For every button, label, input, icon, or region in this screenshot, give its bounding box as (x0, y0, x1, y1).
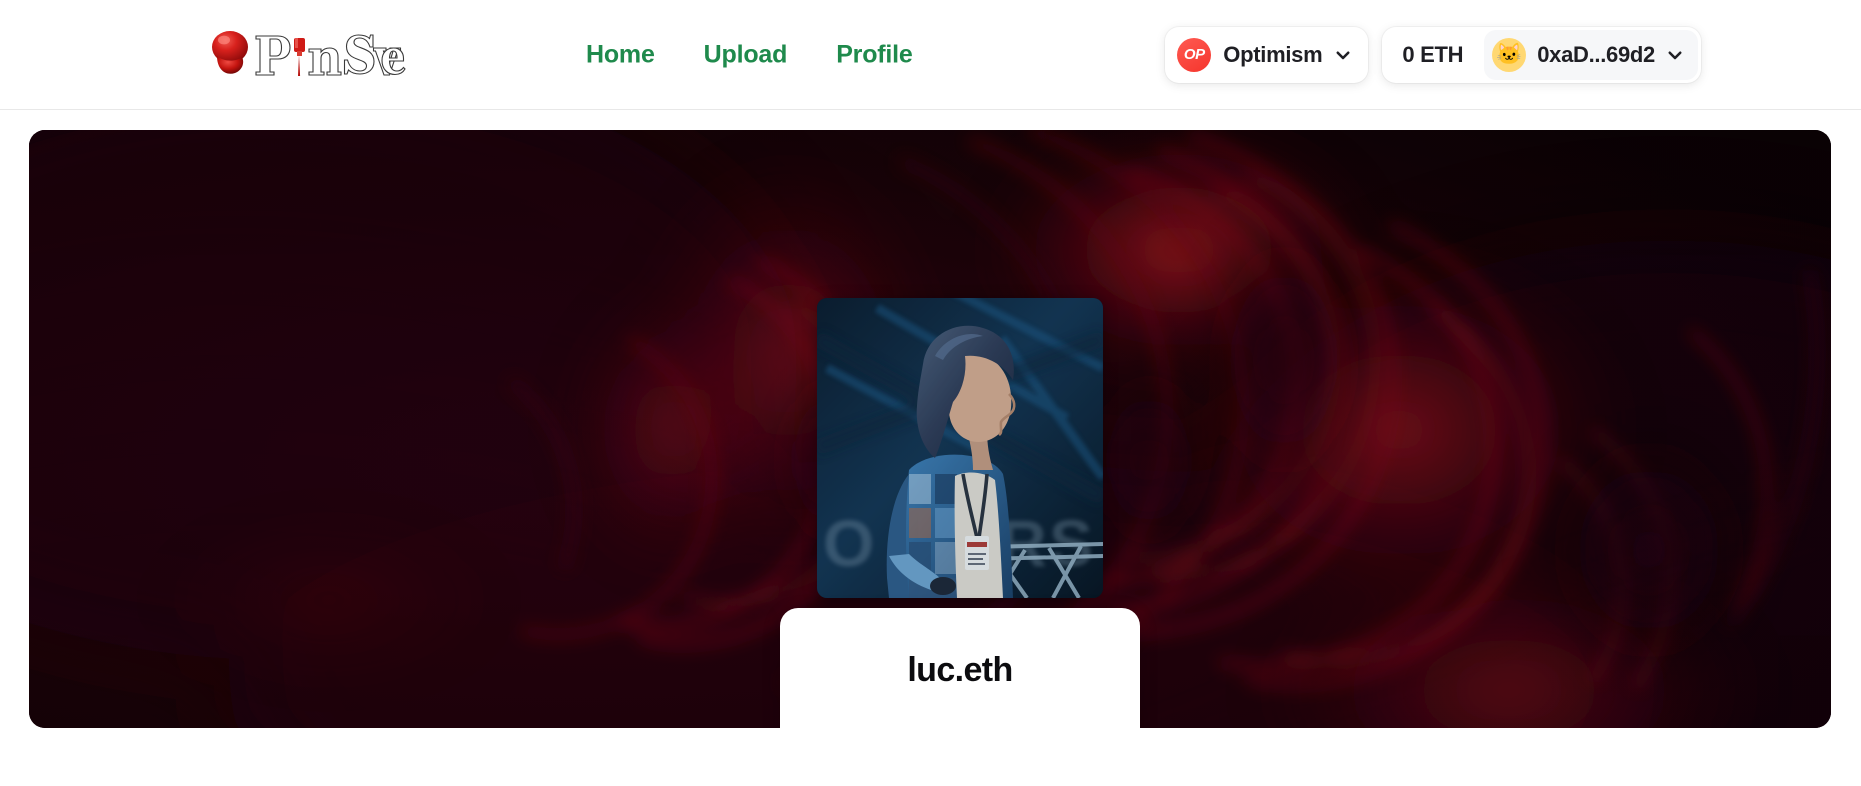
profile-banner: O R S luc.eth (29, 130, 1831, 728)
nav-link-upload[interactable]: Upload (704, 40, 788, 69)
profile-photo-image: O R S (817, 298, 1103, 598)
nav-link-home[interactable]: Home (586, 40, 655, 69)
account-button[interactable]: 🐱 0xaD...69d2 (1484, 29, 1698, 80)
profile-name: luc.eth (907, 651, 1013, 689)
brand-logo-link[interactable] (208, 23, 408, 87)
chain-selector-button[interactable]: OP Optimism (1165, 26, 1369, 83)
profile-stage: O R S luc.eth (0, 110, 1861, 786)
eth-balance-label[interactable]: 0 ETH (1402, 42, 1481, 68)
pin-save-logo (212, 30, 406, 76)
avatar: 🐱 (1492, 37, 1527, 72)
chevron-down-icon (1336, 50, 1350, 59)
profile-info-card: luc.eth Followers: Following: (780, 608, 1140, 728)
account-pill: 0 ETH 🐱 0xaD...69d2 (1382, 26, 1701, 83)
main-nav: Home Upload Profile (586, 40, 913, 69)
profile-photo: O R S (817, 298, 1103, 598)
nav-link-profile[interactable]: Profile (836, 40, 913, 69)
site-header: Home Upload Profile OP Optimism 0 ETH 🐱 … (0, 0, 1861, 110)
chevron-down-icon (1668, 50, 1682, 59)
optimism-logo-icon: OP (1177, 37, 1212, 72)
chain-name-label: Optimism (1223, 41, 1323, 67)
wallet-controls: OP Optimism 0 ETH 🐱 0xaD...69d2 (1165, 26, 1701, 83)
account-address-label: 0xaD...69d2 (1537, 41, 1655, 67)
